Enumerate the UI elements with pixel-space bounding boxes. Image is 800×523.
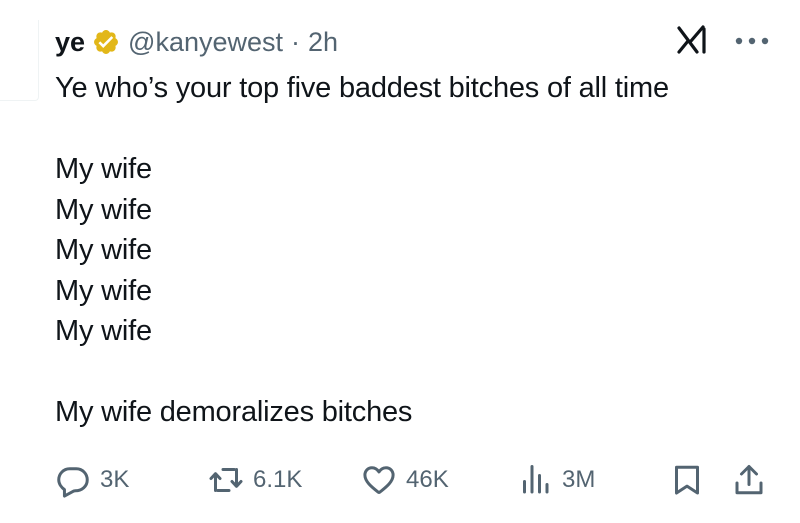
tweet: ye @kanyewest · 2h Ye who’s your top fiv…: [0, 0, 800, 523]
tweet-line: My wife: [55, 234, 152, 266]
tweet-line: My wife: [55, 315, 152, 347]
repost-button[interactable]: 6.1K: [208, 458, 302, 502]
header-actions: [676, 24, 770, 60]
views-icon: [517, 462, 553, 498]
avatar[interactable]: [0, 20, 39, 101]
user-handle[interactable]: @kanyewest: [128, 27, 283, 58]
more-options-icon[interactable]: [734, 33, 770, 51]
retweet-icon: [208, 462, 244, 498]
reply-button[interactable]: 3K: [55, 458, 129, 502]
action-bar: 3K 6.1K 46K 3M: [55, 458, 767, 502]
tweet-timestamp[interactable]: 2h: [308, 27, 338, 58]
repost-count: 6.1K: [253, 466, 303, 493]
bookmark-icon: [669, 462, 705, 498]
like-icon: [361, 462, 397, 498]
tweet-line: Ye who’s your top five baddest bitches o…: [55, 72, 669, 104]
tweet-text: Ye who’s your top five baddest bitches o…: [55, 68, 775, 433]
header-separator: ·: [291, 26, 301, 57]
views-button[interactable]: 3M: [517, 458, 595, 502]
tweet-header: ye @kanyewest · 2h: [55, 24, 338, 60]
reply-count: 3K: [100, 466, 130, 493]
tweet-line: My wife: [55, 193, 152, 226]
tweet-line: My wife demoralizes bitches: [55, 396, 413, 428]
like-button[interactable]: 46K: [361, 458, 449, 502]
grok-icon[interactable]: [676, 24, 712, 61]
tweet-line: My wife: [55, 153, 152, 185]
like-count: 46K: [406, 466, 449, 493]
share-icon: [731, 462, 767, 498]
line-break: [55, 352, 775, 393]
verified-badge-icon[interactable]: [92, 28, 120, 56]
share-button[interactable]: [731, 458, 767, 502]
tweet-line: My wife: [55, 274, 152, 307]
views-count: 3M: [562, 466, 596, 493]
display-name[interactable]: ye: [55, 27, 85, 58]
line-break: [55, 109, 775, 150]
reply-icon: [55, 462, 91, 498]
bookmark-button[interactable]: [669, 458, 705, 502]
